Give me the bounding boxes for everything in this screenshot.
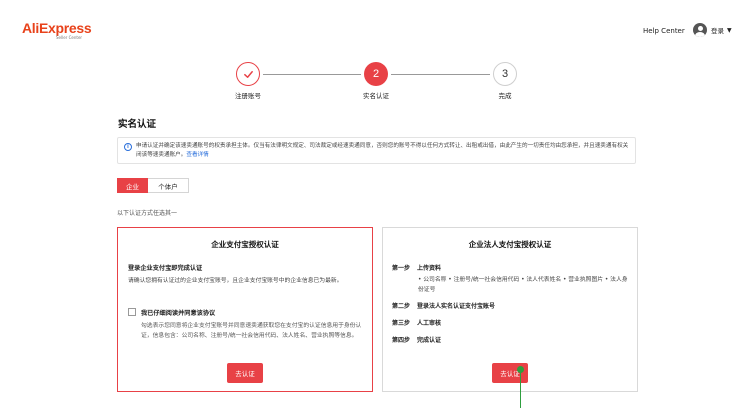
notice-banner: i 申请认证并确定该速卖通账号的权责承担主体。仅当有法律明文规定、司法裁定或经速…	[117, 137, 636, 164]
step-text: 完成认证	[417, 337, 442, 344]
process-step-2: 第二步 登录法人实名认证支付宝账号	[392, 301, 495, 310]
step-number: 第二步	[392, 303, 411, 310]
page-title: 实名认证	[118, 119, 157, 130]
user-menu[interactable]: 登录 ▼	[693, 23, 732, 37]
card-title: 企业支付宝授权认证	[211, 240, 279, 249]
login-label: 登录	[711, 27, 724, 35]
legal-person-auth-card: 企业法人支付宝授权认证 第一步 上传资料 • 公司名称 • 注册号/统一社会信用…	[382, 227, 638, 392]
tab-enterprise[interactable]: 企业	[117, 178, 148, 193]
process-step-1: 第一步 上传资料	[392, 263, 441, 272]
top-header: AliExpress Seller Center Help Center 登录 …	[0, 0, 751, 56]
agree-label[interactable]: 我已仔细阅读并同意该协议	[141, 308, 215, 317]
alipay-verify-button[interactable]: 去认证	[227, 363, 263, 383]
step-text: 人工审核	[417, 320, 442, 327]
cursor-dot	[517, 366, 524, 373]
card-subtitle: 登录企业支付宝即完成认证	[128, 265, 203, 272]
card-title: 企业法人支付宝授权认证	[468, 240, 552, 249]
step-1-circle	[236, 62, 260, 86]
step-2-label: 实名认证	[363, 92, 389, 100]
progress-steps: 2 3 注册账号 实名认证 完成	[0, 60, 751, 100]
step-3-circle: 3	[493, 62, 517, 86]
process-step-4: 第四步 完成认证	[392, 335, 441, 344]
step-3-label: 完成	[498, 92, 512, 100]
step-number: 第三步	[392, 320, 411, 327]
cursor-indicator	[520, 369, 521, 408]
logo-text: AliExpress	[22, 20, 92, 36]
check-icon	[243, 70, 253, 78]
info-icon: i	[124, 143, 132, 151]
step-number: 第一步	[392, 265, 411, 272]
card-description: 请确认您拥有认证过的企业支付宝账号，且企业支付宝账号中的企业信息已为最新。	[128, 278, 343, 284]
aliexpress-logo[interactable]: AliExpress Seller Center	[22, 20, 92, 40]
step-connector-2	[391, 74, 490, 75]
step-1-label: 注册账号	[235, 92, 261, 100]
help-center-link[interactable]: Help Center	[643, 27, 685, 35]
step-2-circle: 2	[364, 62, 388, 86]
process-step-3: 第三步 人工审核	[392, 318, 441, 327]
tab-individual[interactable]: 个体户	[148, 178, 189, 193]
step-number: 第四步	[392, 337, 411, 344]
step-connector-1	[263, 74, 361, 75]
step-text: 登录法人实名认证支付宝账号	[417, 303, 496, 310]
required-materials: • 公司名称 • 注册号/统一社会信用代码 • 法人代表姓名 • 营业执照图片 …	[418, 277, 628, 293]
agree-description: 勾选表示您同意将企业支付宝账号并同意速卖通获取您在支付宝的认证信息用于身份认证，…	[141, 323, 362, 339]
alipay-auth-card: 企业支付宝授权认证 登录企业支付宝即完成认证 请确认您拥有认证过的企业支付宝账号…	[117, 227, 373, 392]
entity-type-tabs: 企业 个体户	[117, 178, 189, 193]
agree-checkbox[interactable]	[128, 308, 136, 316]
chevron-down-icon: ▼	[727, 26, 732, 34]
view-details-link[interactable]: 查看详情	[186, 152, 208, 158]
avatar-icon	[693, 23, 707, 37]
logo-subtitle: Seller Center	[56, 35, 83, 40]
notice-body: 申请认证并确定该速卖通账号的权责承担主体。仅当有法律明文规定、司法裁定或经速卖通…	[136, 143, 629, 158]
method-hint: 以下认证方式任选其一	[117, 210, 178, 217]
notice-text: 申请认证并确定该速卖通账号的权责承担主体。仅当有法律明文规定、司法裁定或经速卖通…	[136, 142, 632, 160]
step-text: 上传资料	[417, 265, 442, 272]
